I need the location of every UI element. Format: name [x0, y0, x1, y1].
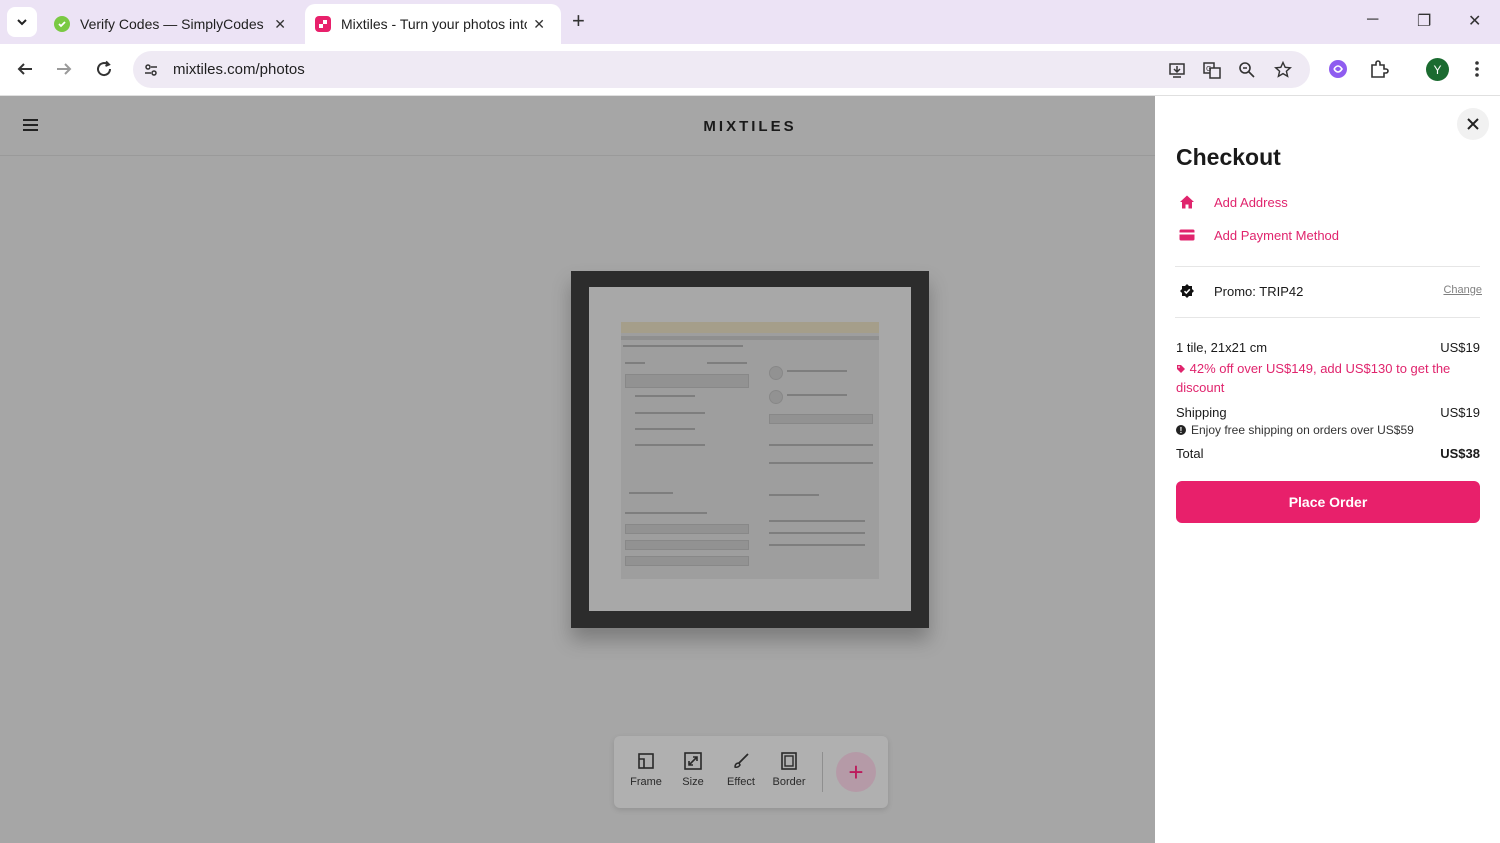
- close-icon: [1467, 118, 1479, 130]
- effect-tool-button[interactable]: Effect: [719, 750, 763, 788]
- home-icon: [1177, 192, 1197, 212]
- total-label: Total: [1176, 446, 1204, 461]
- tool-label: Effect: [727, 776, 755, 788]
- resize-icon: [682, 750, 704, 772]
- svg-text:G: G: [1206, 65, 1211, 73]
- brush-icon: [730, 750, 752, 772]
- order-line-item: 1 tile, 21x21 cm US$19: [1176, 340, 1480, 355]
- total-line: Total US$38: [1176, 446, 1480, 461]
- tool-label: Size: [682, 776, 704, 788]
- site-settings-icon[interactable]: [141, 60, 161, 80]
- shipping-line: Shipping US$19: [1176, 405, 1480, 420]
- tab-simplycodes[interactable]: Verify Codes — SimplyCodes ✕: [44, 4, 302, 44]
- total-amount: US$38: [1440, 446, 1480, 461]
- close-window-icon[interactable]: ✕: [1468, 11, 1481, 31]
- more-icon[interactable]: [1466, 58, 1488, 80]
- toolbar-divider: [822, 752, 823, 792]
- border-icon: [778, 750, 800, 772]
- address-bar[interactable]: mixtiles.com/photos G: [133, 51, 1310, 88]
- tab-mixtiles[interactable]: Mixtiles - Turn your photos into ✕: [305, 4, 561, 44]
- tile-mat: [589, 287, 911, 611]
- tool-label: Border: [772, 776, 806, 788]
- discount-text: 42% off over US$149, add US$130 to get t…: [1176, 361, 1451, 395]
- new-tab-icon[interactable]: +: [572, 10, 585, 32]
- promo-code-text: Promo: TRIP42: [1214, 283, 1304, 299]
- checkout-drawer: Checkout Add Address Add Payment Method …: [1155, 96, 1500, 843]
- simplycodes-favicon-icon: [54, 16, 70, 32]
- add-payment-label: Add Payment Method: [1214, 227, 1340, 243]
- coupon-tag-icon: [1177, 281, 1197, 301]
- tool-label: Frame: [630, 776, 662, 788]
- close-drawer-button[interactable]: [1457, 108, 1489, 140]
- editor-toolbar: Frame Size Effect Border +: [614, 736, 888, 808]
- close-tab-icon[interactable]: ✕: [533, 16, 545, 33]
- tag-icon: [1177, 365, 1185, 373]
- shipping-note: ! Enjoy free shipping on orders over US$…: [1176, 423, 1414, 437]
- tile-photo-image: [621, 322, 879, 579]
- zoom-icon[interactable]: [1237, 60, 1257, 80]
- add-photo-button[interactable]: +: [836, 752, 876, 792]
- back-icon[interactable]: [14, 58, 36, 80]
- url-text: mixtiles.com/photos: [173, 61, 305, 78]
- change-promo-link[interactable]: Change: [1443, 284, 1482, 296]
- tab-search-button[interactable]: [7, 7, 37, 37]
- item-amount: US$19: [1440, 340, 1480, 355]
- divider: [1175, 317, 1480, 318]
- divider: [1175, 266, 1480, 267]
- bookmark-star-icon[interactable]: [1273, 60, 1293, 80]
- reload-icon[interactable]: [93, 58, 115, 80]
- discount-message: 42% off over US$149, add US$130 to get t…: [1176, 359, 1466, 397]
- promo-row: Promo: TRIP42 Change: [1177, 281, 1482, 301]
- info-icon: !: [1176, 425, 1186, 435]
- install-app-icon[interactable]: [1167, 60, 1187, 80]
- frame-icon: [635, 750, 657, 772]
- credit-card-icon: [1177, 225, 1197, 245]
- translate-icon[interactable]: G: [1202, 60, 1222, 80]
- item-label: 1 tile, 21x21 cm: [1176, 340, 1268, 355]
- shipping-note-text: Enjoy free shipping on orders over US$59: [1191, 423, 1414, 437]
- page-overlay[interactable]: MIXTILES Frame Size Effect Border +: [0, 96, 1155, 843]
- forward-icon[interactable]: [53, 58, 75, 80]
- tab-strip: Verify Codes — SimplyCodes ✕ Mixtiles - …: [0, 0, 1500, 44]
- shipping-label: Shipping: [1176, 405, 1227, 420]
- add-address-link[interactable]: Add Address: [1177, 192, 1288, 212]
- restore-icon[interactable]: ❐: [1417, 11, 1431, 31]
- browser-toolbar: mixtiles.com/photos G Y: [0, 44, 1500, 96]
- framed-tile-preview[interactable]: [571, 271, 929, 628]
- add-address-label: Add Address: [1214, 194, 1288, 210]
- shipping-amount: US$19: [1440, 405, 1480, 420]
- tab-title: Verify Codes — SimplyCodes: [80, 16, 264, 32]
- puzzle-icon[interactable]: [1368, 58, 1390, 80]
- chevron-down-icon: [17, 19, 27, 26]
- frame-tool-button[interactable]: Frame: [624, 750, 668, 788]
- place-order-button[interactable]: Place Order: [1176, 481, 1480, 523]
- close-tab-icon[interactable]: ✕: [274, 16, 286, 33]
- tab-title: Mixtiles - Turn your photos into: [341, 16, 527, 32]
- profile-avatar[interactable]: Y: [1426, 58, 1449, 81]
- checkout-title: Checkout: [1176, 144, 1281, 170]
- size-tool-button[interactable]: Size: [671, 750, 715, 788]
- border-tool-button[interactable]: Border: [767, 750, 811, 788]
- extension-icon[interactable]: [1327, 58, 1349, 80]
- add-payment-link[interactable]: Add Payment Method: [1177, 225, 1339, 245]
- mixtiles-favicon-icon: [315, 16, 331, 32]
- minimize-icon[interactable]: ─: [1367, 11, 1378, 29]
- site-header: MIXTILES: [0, 96, 1155, 156]
